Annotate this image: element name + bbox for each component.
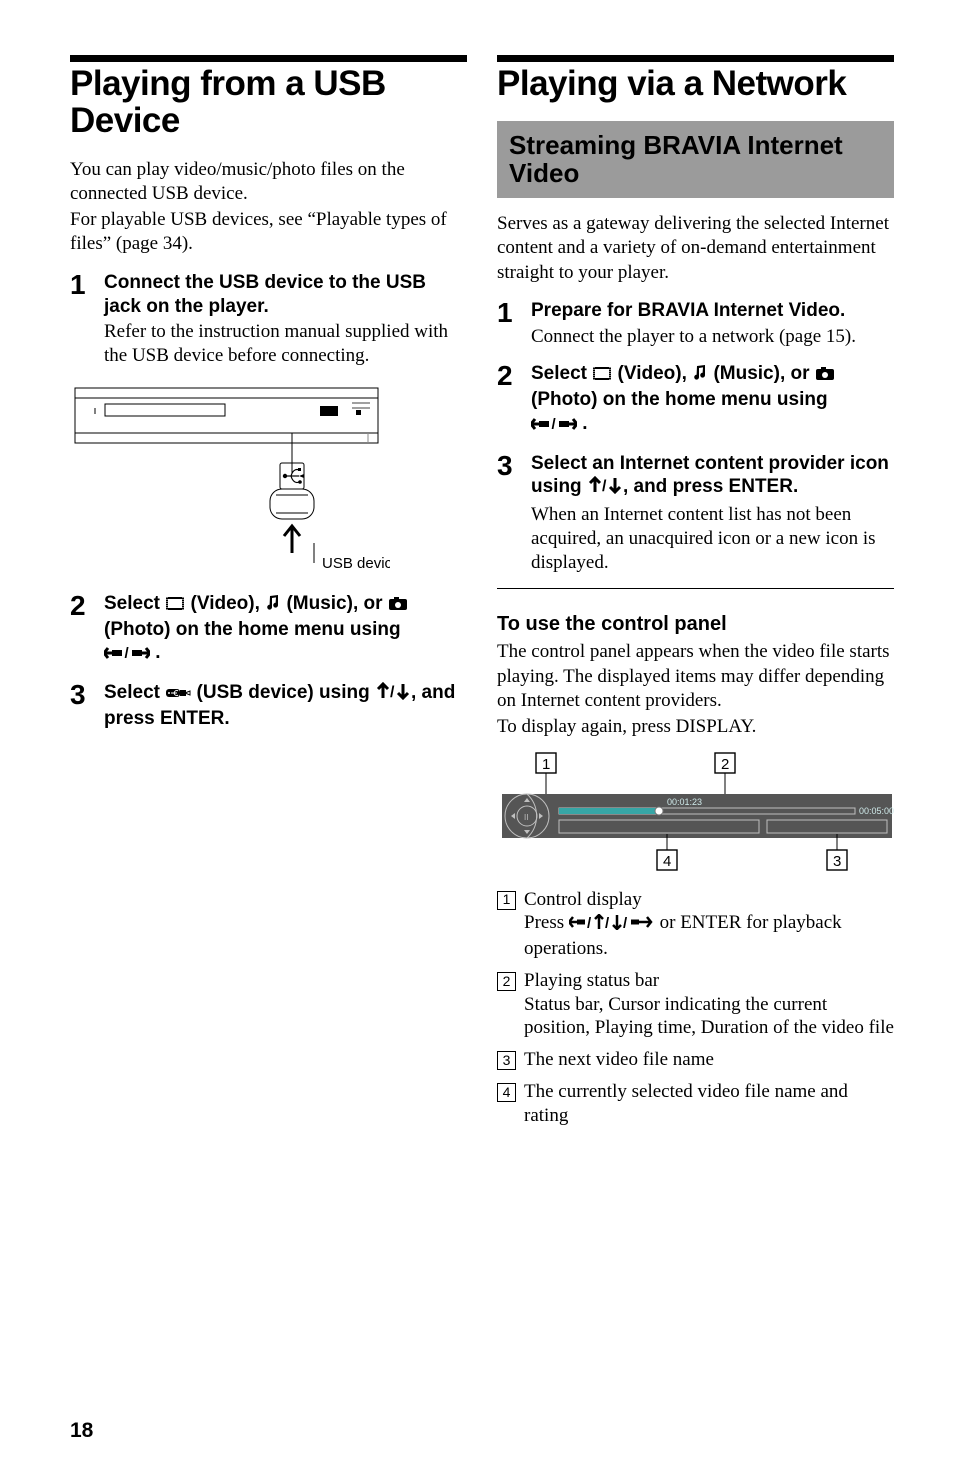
index-number: 3 — [497, 1051, 516, 1070]
step-number: 3 — [70, 681, 92, 709]
step-3-heading: Select an Internet content provider icon… — [531, 452, 894, 502]
top-rule-left — [70, 55, 467, 62]
step-2-right: 2 Select (Video), (Music), or — [497, 362, 894, 437]
index-item-1: 1 Control display Press / / / — [497, 888, 894, 961]
svg-text:00:01:23: 00:01:23 — [667, 797, 702, 807]
index-sub: Status bar, Cursor indicating the curren… — [524, 994, 894, 1039]
step-1-left: 1 Connect the USB device to the USB jack… — [70, 271, 467, 368]
step-1-text: Refer to the instruction manual supplied… — [104, 320, 467, 368]
control-panel-diagram: 1 2 II 00:01:23 00:05:00 — [497, 750, 897, 880]
index-title: Control display — [524, 889, 642, 910]
step-number: 1 — [70, 271, 92, 299]
index-item-2: 2 Playing status bar Status bar, Cursor … — [497, 969, 894, 1040]
index-number: 4 — [497, 1083, 516, 1102]
step-1-heading: Connect the USB device to the USB jack o… — [104, 271, 467, 319]
usb-connection-diagram: USB device — [70, 378, 390, 578]
panel-intro-2: To display again, press DISPLAY. — [497, 715, 894, 739]
left-right-arrows-icon: / — [531, 414, 577, 438]
svg-text:/: / — [587, 915, 592, 930]
left-right-arrows-icon: / — [104, 643, 150, 667]
svg-text:/: / — [552, 417, 557, 431]
photo-icon — [388, 594, 408, 618]
svg-text:1: 1 — [542, 756, 550, 773]
step-2-left: 2 Select (Video), (Music), or — [70, 592, 467, 667]
step-1-right: 1 Prepare for BRAVIA Internet Video. Con… — [497, 299, 894, 349]
step-number: 1 — [497, 299, 519, 327]
step-2-heading: Select (Video), (Music), or (Photo) — [531, 362, 894, 437]
page-number: 18 — [70, 1419, 93, 1443]
index-item-4: 4 The currently selected video file name… — [497, 1080, 894, 1128]
video-icon — [592, 364, 612, 388]
svg-text:2: 2 — [721, 756, 729, 773]
index-title: Playing status bar — [524, 970, 659, 991]
up-down-arrows-icon: / — [587, 476, 623, 501]
index-title: The currently selected video file name a… — [524, 1081, 848, 1126]
music-icon — [692, 364, 708, 388]
index-title: The next video file name — [524, 1049, 714, 1070]
subsection-band: Streaming BRAVIA Internet Video — [497, 121, 894, 198]
control-panel-subhead: To use the control panel — [497, 613, 894, 636]
step-2-heading: Select (Video), (Music), or (Photo) — [104, 592, 467, 667]
index-sub-pre: Press — [524, 912, 569, 933]
index-item-3: 3 The next video file name — [497, 1048, 894, 1072]
step-1-heading: Prepare for BRAVIA Internet Video. — [531, 299, 894, 323]
step-number: 3 — [497, 452, 519, 480]
panel-intro-1: The control panel appears when the video… — [497, 640, 894, 713]
section-title-usb: Playing from a USB Device — [70, 66, 467, 140]
band-title: Streaming BRAVIA Internet Video — [509, 131, 882, 188]
network-intro: Serves as a gateway delivering the selec… — [497, 212, 894, 285]
video-icon — [165, 594, 185, 618]
usb-caption: USB device — [322, 555, 390, 572]
usb-device-icon — [165, 683, 191, 707]
index-number: 2 — [497, 972, 516, 991]
divider — [497, 588, 894, 589]
photo-icon — [815, 364, 835, 388]
index-number: 1 — [497, 891, 516, 910]
step-number: 2 — [70, 592, 92, 620]
intro-line-2: For playable USB devices, see “Playable … — [70, 208, 467, 257]
step-3-text: When an Internet content list has not be… — [531, 503, 894, 574]
svg-text:II: II — [524, 813, 528, 822]
svg-text:/: / — [605, 915, 610, 930]
section-title-network: Playing via a Network — [497, 66, 894, 103]
four-way-arrows-icon: / / / — [569, 913, 655, 937]
svg-text:/: / — [125, 646, 130, 660]
top-rule-right — [497, 55, 894, 62]
svg-text:00:05:00: 00:05:00 — [859, 806, 894, 816]
step-1-text: Connect the player to a network (page 15… — [531, 325, 894, 349]
up-down-arrows-icon: / — [375, 682, 411, 707]
intro-line-1: You can play video/music/photo files on … — [70, 158, 467, 207]
svg-text:/: / — [602, 478, 607, 494]
step-3-right: 3 Select an Internet content provider ic… — [497, 452, 894, 575]
step-number: 2 — [497, 362, 519, 390]
svg-text:3: 3 — [833, 853, 841, 870]
step-3-heading: Select (USB device) using / , and press … — [104, 681, 467, 731]
svg-text:4: 4 — [663, 853, 671, 870]
step-3-left: 3 Select (USB device) using / , and pres… — [70, 681, 467, 731]
music-icon — [265, 594, 281, 618]
svg-text:/: / — [623, 915, 628, 930]
svg-text:/: / — [390, 684, 395, 700]
